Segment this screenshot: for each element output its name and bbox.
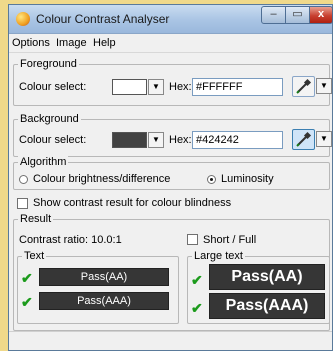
menu-help[interactable]: Help (93, 37, 116, 49)
background-eyedropper-button[interactable] (292, 129, 315, 150)
text-aa-tick-icon: ✔ (21, 270, 33, 286)
app-icon (16, 12, 30, 26)
contrast-ratio: Contrast ratio: 10.0:1 (19, 234, 122, 246)
close-button[interactable]: x (309, 6, 333, 24)
radio-colour-brightness[interactable] (19, 175, 28, 184)
background-colour-dropdown[interactable]: ▼ (148, 132, 164, 148)
text-result-group: Text (17, 250, 179, 324)
background-colour-swatch[interactable] (112, 132, 147, 148)
large-text-aa-tick-icon: ✔ (191, 272, 203, 288)
menu-image[interactable]: Image (56, 37, 87, 49)
foreground-colour-select-label: Colour select: (19, 81, 87, 93)
background-colour-select-label: Colour select: (19, 134, 87, 146)
large-text-aa-result: Pass(AA) (209, 264, 325, 290)
algorithm-group-label: Algorithm (18, 156, 69, 168)
background-picker-dropdown[interactable]: ▼ (316, 131, 332, 147)
text-result-group-label: Text (22, 250, 47, 262)
text-aaa-tick-icon: ✔ (21, 294, 33, 310)
colour-blindness-label[interactable]: Show contrast result for colour blindnes… (33, 197, 231, 209)
foreground-hex-input[interactable]: #FFFFFF (192, 78, 283, 96)
foreground-colour-dropdown[interactable]: ▼ (148, 79, 164, 95)
title-bar[interactable]: Colour Contrast Analyser – ▭ x (9, 5, 333, 34)
large-text-aaa-result: Pass(AAA) (209, 293, 325, 319)
foreground-group-label: Foreground (18, 58, 79, 70)
background-hex-label: Hex: (169, 134, 192, 146)
background-group-label: Background (18, 113, 81, 125)
radio-luminosity-label[interactable]: Luminosity (221, 173, 274, 185)
radio-colour-brightness-label[interactable]: Colour brightness/difference (33, 173, 170, 185)
menu-options[interactable]: Options (12, 37, 50, 49)
window-title: Colour Contrast Analyser (36, 12, 170, 26)
eyedropper-icon (296, 78, 312, 94)
eyedropper-icon (296, 131, 312, 147)
app-window: Colour Contrast Analyser – ▭ x Options I… (8, 4, 333, 351)
short-full-checkbox[interactable] (187, 234, 198, 245)
colour-blindness-checkbox[interactable] (17, 198, 28, 209)
menu-bar: Options Image Help (9, 34, 332, 53)
background-hex-input[interactable]: #424242 (192, 131, 283, 149)
foreground-eyedropper-button[interactable] (292, 76, 315, 97)
foreground-hex-label: Hex: (169, 81, 192, 93)
maximize-button[interactable]: ▭ (285, 6, 310, 24)
radio-luminosity[interactable] (207, 175, 216, 184)
large-text-aaa-tick-icon: ✔ (191, 300, 203, 316)
text-aaa-result: Pass(AAA) (39, 292, 169, 310)
large-text-result-group-label: Large text (192, 250, 245, 262)
minimize-button[interactable]: – (261, 6, 286, 24)
result-group-label: Result (18, 213, 54, 225)
foreground-colour-swatch[interactable] (112, 79, 147, 95)
short-full-label[interactable]: Short / Full (203, 234, 256, 246)
status-bar (9, 331, 332, 350)
text-aa-result: Pass(AA) (39, 268, 169, 286)
foreground-picker-dropdown[interactable]: ▼ (316, 78, 332, 94)
